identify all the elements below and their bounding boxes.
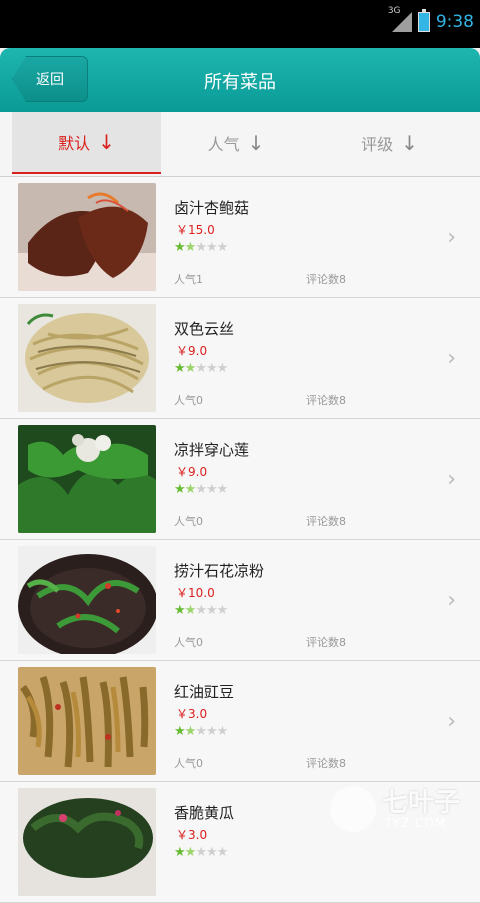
- clock: 9:38: [435, 12, 474, 32]
- dish-name: 凉拌穿心莲: [174, 441, 250, 459]
- review-count: 评论数8: [306, 757, 346, 770]
- dish-item[interactable]: 双色云丝 ￥9.0 ★★★★★ 人气0 评论数8 ›: [0, 298, 480, 419]
- dish-name: 捞汁石花凉粉: [174, 562, 265, 580]
- dish-photo: [18, 425, 156, 533]
- popularity-count: 人气1: [174, 273, 203, 286]
- dish-name: 香脆黄瓜: [174, 804, 235, 822]
- watermark-text: 七叶子: [382, 788, 461, 818]
- battery-icon: [417, 9, 430, 32]
- dish-item[interactable]: 卤汁杏鲍菇 ￥15.0 ★★★★★ 人气1 评论数8 ›: [0, 177, 480, 298]
- chevron-right-icon: ›: [447, 346, 456, 371]
- rating-stars: ★★★★★: [174, 603, 228, 618]
- site-watermark: 七叶子 7YZ.COM: [330, 782, 470, 840]
- tab-label: 默认: [58, 134, 91, 153]
- status-bar: 3G 9:38: [0, 0, 480, 48]
- tab-default[interactable]: 默认 ↓: [12, 112, 161, 174]
- status-icons: 3G 9:38: [388, 6, 474, 32]
- popularity-count: 人气0: [174, 636, 203, 649]
- rating-stars: ★★★★★: [174, 361, 228, 376]
- dish-photo: [18, 546, 156, 654]
- dish-price: ￥9.0: [176, 465, 208, 479]
- arrow-down-icon: ↓: [98, 130, 115, 154]
- rating-stars: ★★★★★: [174, 724, 228, 739]
- arrow-down-icon: ↓: [401, 131, 418, 155]
- dish-photo: [18, 183, 156, 291]
- dish-name: 红油豇豆: [174, 683, 235, 701]
- tab-label: 评级: [361, 135, 394, 154]
- review-count: 评论数8: [306, 394, 346, 407]
- tab-popularity[interactable]: 人气 ↓: [161, 112, 311, 174]
- dish-name: 卤汁杏鲍菇: [174, 199, 250, 217]
- dish-photo: [18, 304, 156, 412]
- network-type: 3G: [387, 6, 401, 16]
- page-title: 所有菜品: [204, 72, 276, 93]
- dish-price: ￥15.0: [176, 223, 215, 237]
- dish-photo: [18, 788, 156, 896]
- chevron-right-icon: ›: [447, 225, 456, 250]
- dish-price: ￥3.0: [176, 828, 208, 842]
- dish-photo: [18, 667, 156, 775]
- sort-tabs: 默认 ↓ 人气 ↓ 评级 ↓: [0, 112, 480, 177]
- dish-price: ￥3.0: [176, 707, 208, 721]
- dish-name: 双色云丝: [174, 320, 235, 338]
- title-bar: 返回 所有菜品: [0, 48, 480, 112]
- tab-label: 人气: [207, 135, 240, 154]
- arrow-down-icon: ↓: [247, 131, 265, 155]
- dish-item[interactable]: 红油豇豆 ￥3.0 ★★★★★ 人气0 评论数8 ›: [0, 661, 480, 782]
- leaf-logo-icon: [330, 786, 376, 832]
- dish-item[interactable]: 凉拌穿心莲 ￥9.0 ★★★★★ 人气0 评论数8 ›: [0, 419, 480, 540]
- tab-rating[interactable]: 评级 ↓: [311, 112, 468, 174]
- dish-price: ￥9.0: [176, 344, 208, 358]
- rating-stars: ★★★★★: [174, 845, 228, 860]
- dish-price: ￥10.0: [176, 586, 215, 600]
- chevron-right-icon: ›: [447, 588, 456, 613]
- rating-stars: ★★★★★: [174, 240, 228, 255]
- review-count: 评论数8: [306, 636, 346, 649]
- chevron-right-icon: ›: [447, 467, 456, 492]
- review-count: 评论数8: [306, 515, 346, 528]
- rating-stars: ★★★★★: [174, 482, 228, 497]
- review-count: 评论数8: [306, 273, 346, 286]
- dish-item[interactable]: 捞汁石花凉粉 ￥10.0 ★★★★★ 人气0 评论数8 ›: [0, 540, 480, 661]
- popularity-count: 人气0: [174, 515, 203, 528]
- popularity-count: 人气0: [174, 757, 203, 770]
- signal-icon: 3G: [388, 6, 412, 32]
- chevron-right-icon: ›: [447, 709, 456, 734]
- popularity-count: 人气0: [174, 394, 203, 407]
- watermark-url: 7YZ.COM: [384, 816, 447, 830]
